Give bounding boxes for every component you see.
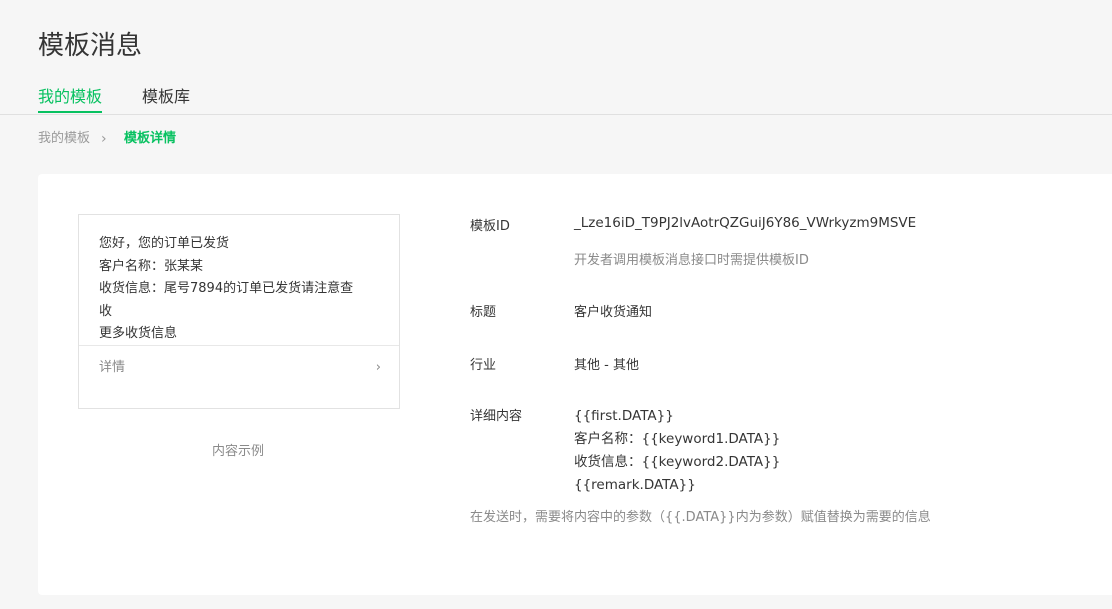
- template-industry-label: 行业: [470, 358, 497, 373]
- template-id-hint: 开发者调用模板消息接口时需提供模板ID: [574, 253, 809, 268]
- preview-body: 您好，您的订单已发货 客户名称：张某某 收货信息：尾号7894的订单已发货请注意…: [79, 215, 399, 346]
- tab-bar: 我的模板 模板库: [0, 84, 1112, 115]
- preview-line: 客户名称：张某某: [99, 258, 204, 274]
- breadcrumb-current: 模板详情: [124, 131, 177, 146]
- template-content-label: 详细内容: [470, 409, 523, 424]
- chevron-right-icon: ›: [375, 360, 381, 375]
- template-content-lines: {{first.DATA}} 客户名称：{{keyword1.DATA}} 收货…: [574, 405, 780, 497]
- content-line: 收货信息：{{keyword2.DATA}}: [574, 454, 781, 470]
- tab-template-library[interactable]: 模板库: [142, 84, 190, 110]
- template-detail-panel: 您好，您的订单已发货 客户名称：张某某 收货信息：尾号7894的订单已发货请注意…: [38, 174, 1112, 595]
- template-industry-value: 其他 - 其他: [574, 358, 639, 373]
- page-title: 模板消息: [38, 31, 143, 61]
- template-id-value: _Lze16iD_T9PJ2lvAotrQZGuiJ6Y86_VWrkyzm9M…: [574, 215, 917, 231]
- template-title-value: 客户收货通知: [574, 305, 653, 320]
- chevron-right-icon: ›: [101, 131, 107, 147]
- content-line: {{remark.DATA}}: [574, 477, 696, 493]
- preview-caption: 内容示例: [211, 444, 264, 459]
- content-line: {{first.DATA}}: [574, 408, 674, 424]
- preview-line: 收: [99, 303, 113, 319]
- preview-line: 收货信息：尾号7894的订单已发货请注意查: [99, 281, 354, 296]
- message-preview-card: 您好，您的订单已发货 客户名称：张某某 收货信息：尾号7894的订单已发货请注意…: [78, 214, 400, 409]
- breadcrumb: 我的模板 › 模板详情: [38, 129, 176, 149]
- breadcrumb-my-templates-link[interactable]: 我的模板: [38, 129, 90, 149]
- template-id-label: 模板ID: [470, 219, 510, 234]
- preview-line: 您好，您的订单已发货: [99, 236, 230, 251]
- preview-details-label: 详情: [99, 360, 126, 375]
- content-parameter-note: 在发送时，需要将内容中的参数（{{.DATA}}内为参数）赋值替换为需要的信息: [470, 510, 931, 525]
- preview-line: 更多收货信息: [99, 326, 178, 341]
- content-line: 客户名称：{{keyword1.DATA}}: [574, 431, 781, 447]
- template-title-label: 标题: [470, 305, 497, 320]
- preview-details-link[interactable]: 详情 ›: [79, 346, 399, 390]
- tab-my-templates[interactable]: 我的模板: [38, 84, 103, 113]
